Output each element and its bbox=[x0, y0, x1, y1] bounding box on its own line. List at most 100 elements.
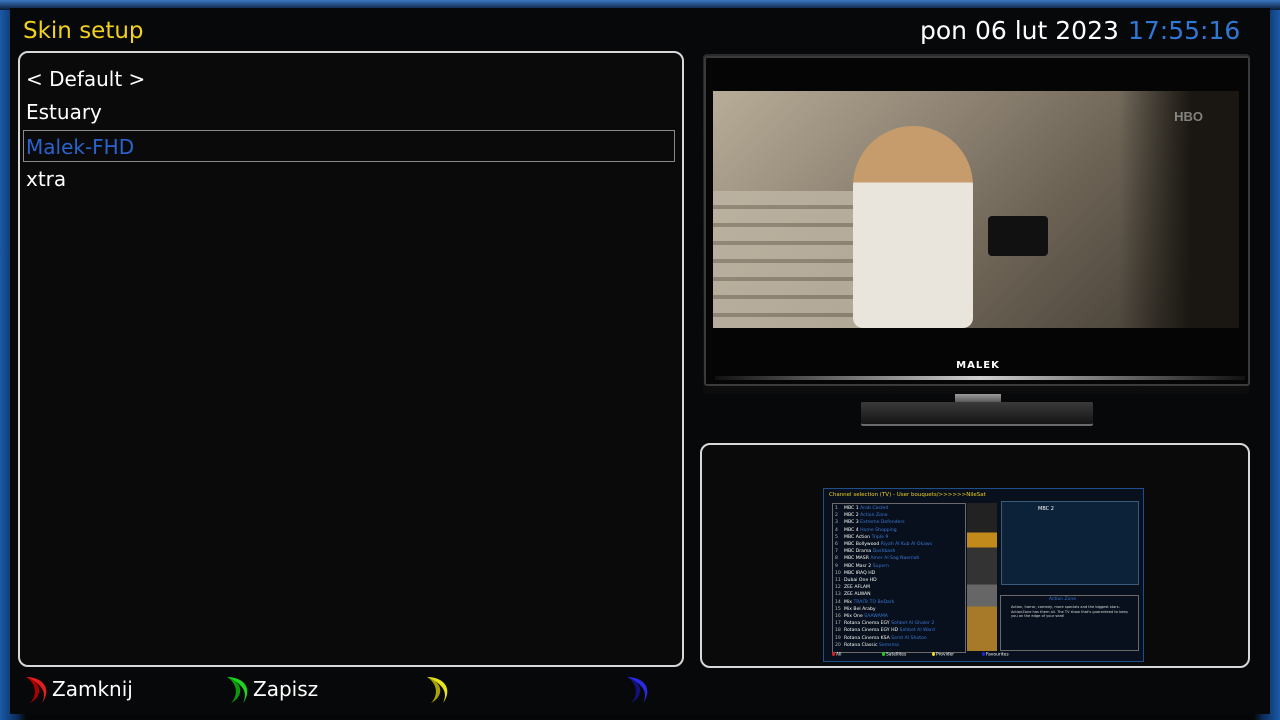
preview-channel-name: MBC MASR bbox=[844, 556, 869, 562]
preview-now-channel: MBC 2 bbox=[1038, 506, 1054, 512]
video-scene-camera bbox=[988, 216, 1048, 256]
preview-channel-name: MBC IRAQ HD bbox=[844, 570, 876, 576]
preview-channel-number: 4 bbox=[835, 527, 838, 533]
preview-channel-row: 2 MBC 2 Action Zone bbox=[835, 513, 888, 518]
skin-list-item-xtra[interactable]: xtra bbox=[24, 163, 66, 195]
preview-channel-row: 19 Rotana Cinema KSA Semt Al Shoton bbox=[835, 636, 927, 641]
preview-channel-name: MBC 1 bbox=[844, 506, 859, 511]
preview-channel-row: 15 Mix Bel Araby bbox=[835, 607, 876, 612]
preview-channel-number: 13 bbox=[835, 592, 841, 598]
preview-channel-event: Semsma bbox=[878, 642, 899, 648]
preview-footer-satellites: Satellites bbox=[886, 652, 907, 658]
preview-channel-event: Arab Casted bbox=[860, 506, 889, 511]
preview-channel-event: TRAITs TO BeDark bbox=[853, 599, 895, 605]
tv-video-screen: HBO bbox=[713, 91, 1239, 328]
preview-channel-name: MBC 4 bbox=[844, 527, 859, 533]
preview-channel-number: 10 bbox=[835, 570, 841, 576]
preview-channel-number: 19 bbox=[835, 635, 841, 641]
preview-channel-event: Doshbash bbox=[872, 549, 896, 555]
preview-channel-name: MBC Drama bbox=[844, 549, 872, 555]
preview-header: Channel selection (TV) - User bouquets/>… bbox=[829, 492, 986, 498]
preview-channel-name: ZEE ALWAN bbox=[844, 592, 871, 598]
preview-channel-row: 3 MBC 3 Extreme Defenders bbox=[835, 520, 905, 525]
preview-channel-name: Rotana Classic bbox=[844, 642, 878, 648]
preview-info-text: Action, horror, comedy, more specials an… bbox=[1011, 605, 1128, 619]
preview-channel-name: Mix Bel Araby bbox=[844, 606, 876, 612]
preview-channel-row: 13 ZEE ALWAN bbox=[835, 592, 871, 597]
preview-channel-event: Riyah Al Kub Al Okaws bbox=[880, 542, 933, 547]
preview-channel-number: 3 bbox=[835, 520, 838, 526]
preview-footer: All Satellites Provider Favourites bbox=[832, 652, 1132, 660]
preview-footer-provider: Provider bbox=[936, 652, 955, 658]
preview-channel-row: 7 MBC Drama Doshbash bbox=[835, 549, 895, 554]
channel-watermark: HBO bbox=[1174, 109, 1203, 124]
skin-list-item-default[interactable]: < Default > bbox=[24, 63, 145, 95]
preview-channel-row: 11 Dubai One HD bbox=[835, 578, 877, 583]
preview-channel-row: 1 MBC 1 Arab Casted bbox=[835, 506, 888, 511]
yellow-key-icon bbox=[427, 677, 448, 703]
preview-channel-number: 12 bbox=[835, 585, 841, 591]
skin-list-item-estuary[interactable]: Estuary bbox=[24, 96, 102, 128]
blue-key-icon bbox=[627, 677, 648, 703]
preview-info-title: Action Zone bbox=[1049, 597, 1076, 602]
preview-channel-row: 10 MBC IRAQ HD bbox=[835, 571, 875, 576]
preview-channel-name: Dubai One HD bbox=[844, 578, 877, 583]
clock-display: 17:55:16 bbox=[1128, 16, 1241, 45]
preview-channel-name: Rotana Cinema EGY HD bbox=[844, 628, 899, 634]
preview-channel-name: Mix One bbox=[844, 614, 863, 619]
tv-chrome-trim bbox=[715, 376, 1245, 380]
tv-brand-logo: MALEK bbox=[956, 360, 1000, 371]
preview-channel-event: SAAWAMA bbox=[864, 614, 888, 619]
preview-channel-number: 11 bbox=[835, 578, 841, 583]
skin-preview-thumbnail: Channel selection (TV) - User bouquets/>… bbox=[823, 488, 1144, 662]
preview-channel-name: Rotana Cinema EGY bbox=[844, 621, 890, 627]
green-dot-icon bbox=[882, 652, 885, 656]
preview-tv: MBC 2 bbox=[1001, 501, 1139, 585]
preview-channel-event: Supern bbox=[872, 563, 889, 569]
preview-channel-number: 18 bbox=[835, 628, 841, 634]
tv-stand-base bbox=[861, 402, 1093, 424]
preview-channel-row: 18 Rotana Cinema EGY HD Sohbet Al Ward bbox=[835, 628, 935, 633]
preview-channel-event: Semt Al Shoton bbox=[891, 635, 927, 641]
red-dot-icon bbox=[832, 652, 835, 656]
preview-channel-row: 5 MBC Action Triple 9 bbox=[835, 535, 888, 540]
preview-channel-row: 6 MBC Bollywood Riyah Al Kub Al Okaws bbox=[835, 542, 932, 547]
preview-channel-row: 20 Rotana Classic Semsma bbox=[835, 643, 899, 648]
yellow-dot-icon bbox=[932, 652, 935, 656]
preview-channel-event: Sohbet Al Ghaler 2 bbox=[891, 621, 935, 627]
preview-footer-favourites: Favourites bbox=[986, 652, 1009, 658]
preview-channel-number: 15 bbox=[835, 606, 841, 612]
preview-channel-number: 16 bbox=[835, 614, 841, 619]
blue-dot-icon bbox=[982, 652, 985, 656]
preview-footer-all: All bbox=[836, 652, 842, 658]
preview-channel-row: 14 Mix TRAITs TO BeDark bbox=[835, 600, 894, 605]
preview-channel-event: Amer Al Sag Naemah bbox=[870, 556, 920, 562]
preview-channel-number: 9 bbox=[835, 563, 838, 569]
preview-channel-name: MBC 2 bbox=[844, 513, 859, 519]
preview-channel-list: 1 MBC 1 Arab Casted 2 MBC 2 Action Zone 3 MBC… bbox=[832, 503, 966, 653]
preview-channel-event: Sohbet Al Ward bbox=[899, 628, 935, 634]
preview-channel-number: 8 bbox=[835, 556, 838, 562]
red-key-icon bbox=[26, 677, 47, 703]
preview-channel-number: 20 bbox=[835, 642, 841, 648]
preview-channel-name: MBC Masr 2 bbox=[844, 563, 872, 569]
preview-channel-row: 16 Mix One SAAWAMA bbox=[835, 614, 888, 619]
preview-channel-name: MBC Bollywood bbox=[844, 542, 880, 547]
preview-channel-number: 5 bbox=[835, 534, 838, 540]
page-title: Skin setup bbox=[23, 18, 144, 44]
skin-list-item-malek-fhd[interactable]: Malek-FHD bbox=[23, 130, 675, 162]
preview-channel-name: MBC 3 bbox=[844, 520, 859, 526]
preview-channel-row: 8 MBC MASR Amer Al Sag Naemah bbox=[835, 556, 919, 561]
skin-list: < Default > Estuary Malek-FHD xtra bbox=[18, 51, 684, 667]
preview-channel-event: Extreme Defenders bbox=[860, 520, 905, 526]
preview-posters bbox=[967, 503, 997, 651]
preview-event-info: Action Zone Action, horror, comedy, more… bbox=[1000, 595, 1139, 651]
date-display: pon 06 lut 2023 bbox=[920, 16, 1119, 45]
preview-channel-event: Triple 9 bbox=[871, 534, 889, 540]
preview-channel-name: ZEE AFLAM bbox=[844, 585, 870, 591]
preview-channel-number: 7 bbox=[835, 549, 838, 555]
preview-channel-number: 14 bbox=[835, 599, 841, 605]
green-key-icon bbox=[227, 677, 248, 703]
preview-channel-name: Rotana Cinema KSA bbox=[844, 635, 890, 641]
preview-channel-number: 2 bbox=[835, 513, 838, 519]
